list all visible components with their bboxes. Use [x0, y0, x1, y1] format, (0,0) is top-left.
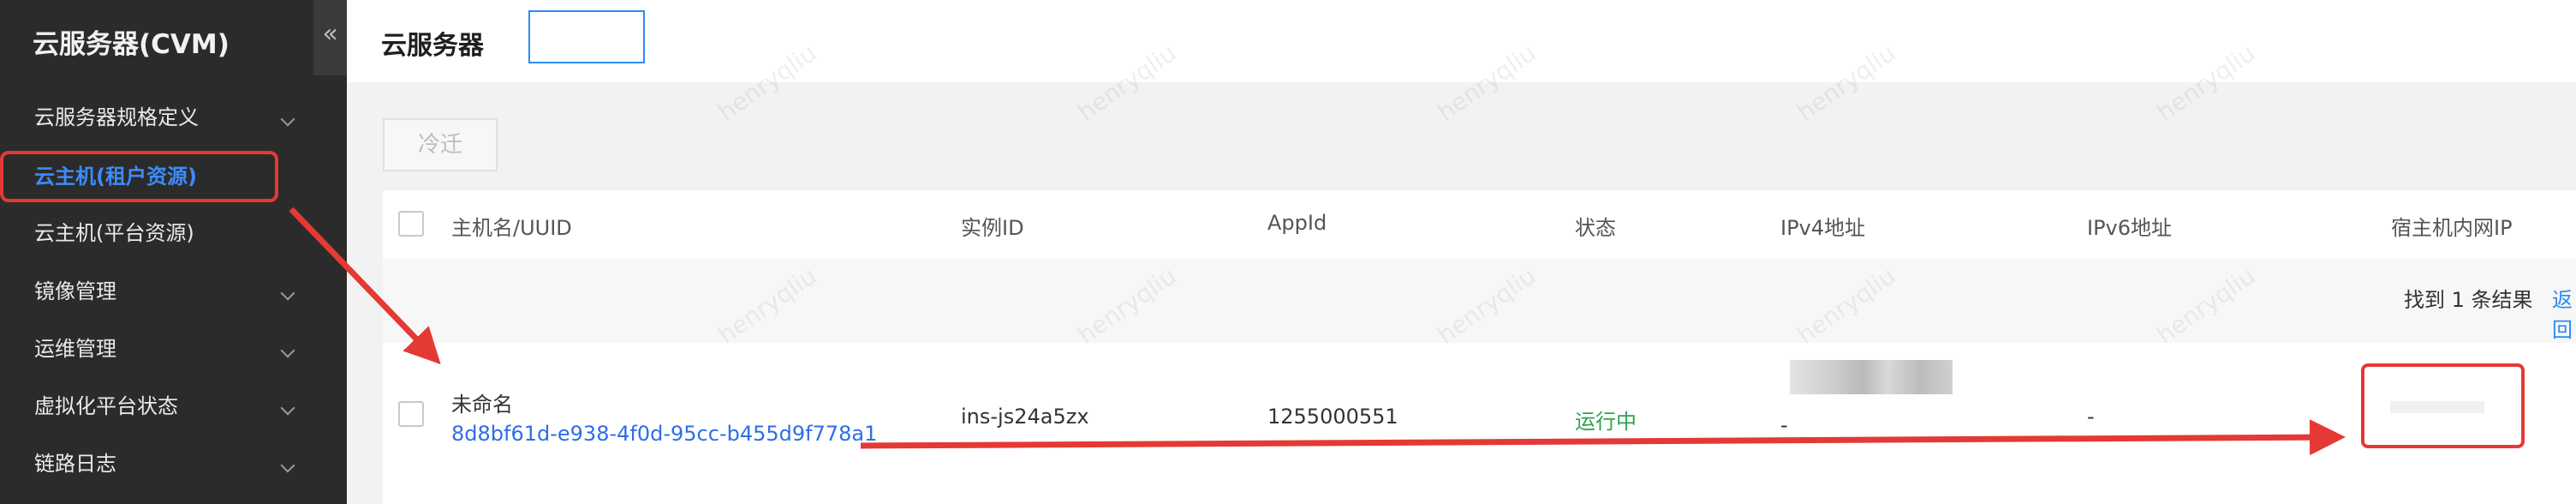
arrow-to-row	[289, 207, 441, 365]
annotation-arrows	[289, 207, 2346, 456]
arrow-to-host-ip	[860, 419, 2346, 456]
